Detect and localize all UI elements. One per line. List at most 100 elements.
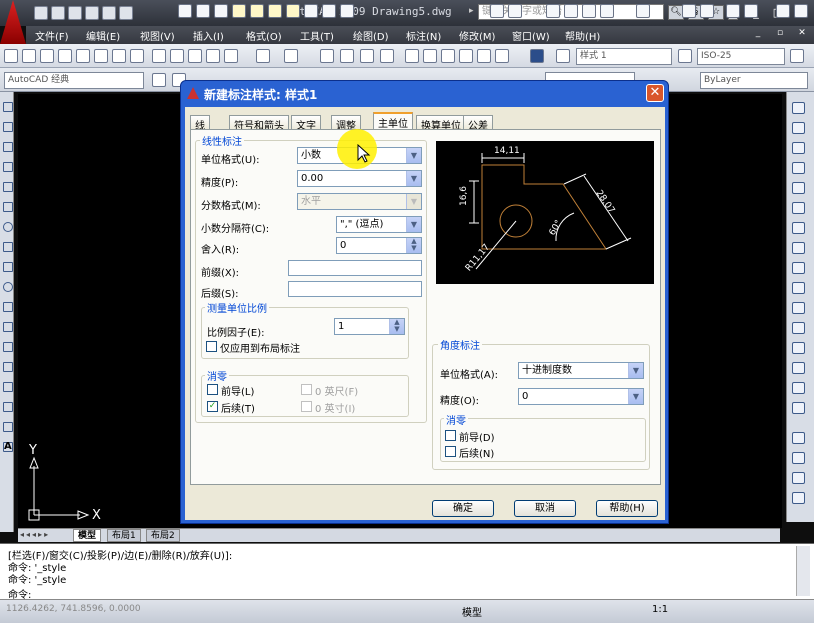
menu-view[interactable]: 视图(V) (140, 28, 175, 43)
erase-icon[interactable] (792, 102, 805, 114)
scale-icon[interactable] (792, 242, 805, 254)
bring-above-icon[interactable] (792, 492, 805, 504)
zoom-previous-icon[interactable] (380, 49, 394, 63)
circle-icon[interactable] (3, 222, 13, 232)
dim-style-icon[interactable] (678, 49, 692, 63)
polar-tracking-icon[interactable] (232, 4, 246, 18)
markup-icon[interactable] (477, 49, 491, 63)
cut-icon[interactable] (152, 49, 166, 63)
rectangle-icon[interactable] (3, 182, 13, 192)
doc-close-icon[interactable]: ✕ (792, 28, 812, 40)
angle-unit-format-select[interactable]: 十进制度数 ▼ (518, 362, 644, 379)
tab-nav-arrows-icon[interactable]: ◂◂◂▸▸ (20, 530, 70, 540)
zero-inches-checkbox[interactable] (301, 401, 312, 412)
tab-model[interactable]: 模型 (73, 529, 102, 542)
leading-zero-checkbox[interactable] (207, 384, 218, 395)
cancel-button[interactable]: 取消 (514, 500, 576, 517)
precision-select[interactable]: 0.00 ▼ (297, 170, 422, 187)
block-editor-icon[interactable] (224, 49, 238, 63)
tab-primary-units[interactable]: 主单位 (373, 112, 413, 130)
zoom-realtime-icon[interactable] (340, 49, 354, 63)
bring-to-front-icon[interactable] (792, 452, 805, 464)
annotation-visibility-icon[interactable] (682, 4, 696, 18)
spinner-arrows-icon[interactable]: ▲ ▼ (406, 238, 421, 253)
print-icon[interactable] (85, 6, 99, 20)
copy-object-icon[interactable] (792, 122, 805, 134)
tab-fit[interactable]: 调整 (331, 115, 361, 132)
zero-feet-checkbox[interactable] (301, 384, 312, 395)
rotate-icon[interactable] (792, 222, 805, 234)
gradient-icon[interactable] (3, 402, 13, 412)
round-off-spinner[interactable]: 0 ▲ ▼ (336, 237, 422, 254)
3d-dwf-icon[interactable] (112, 49, 126, 63)
qnew-icon[interactable] (4, 49, 18, 63)
workspace-combo[interactable]: AutoCAD 经典 (4, 72, 144, 89)
copy-icon[interactable] (170, 49, 184, 63)
suffix-input[interactable] (288, 281, 422, 297)
polyline-icon[interactable] (3, 142, 13, 152)
point-icon[interactable] (3, 362, 13, 372)
text-style-icon[interactable] (556, 49, 570, 63)
line-tool-icon[interactable] (3, 102, 13, 112)
extend-icon[interactable] (792, 302, 805, 314)
break-at-point-icon[interactable] (792, 322, 805, 334)
ducs-icon[interactable] (286, 4, 300, 18)
trim-icon[interactable] (792, 282, 805, 294)
quick-properties-icon[interactable] (340, 4, 354, 18)
array-icon[interactable] (792, 182, 805, 194)
menu-dimension[interactable]: 标注(N) (406, 28, 441, 43)
send-to-back-icon[interactable] (792, 472, 805, 484)
join-icon[interactable] (792, 362, 805, 374)
pan-icon[interactable] (320, 49, 334, 63)
snap-mode-icon[interactable] (178, 4, 192, 18)
object-snap-icon[interactable] (250, 4, 264, 18)
ellipse-icon[interactable] (3, 282, 13, 292)
spinner-arrows-icon[interactable]: ▲ ▼ (389, 319, 404, 334)
grid-display-icon[interactable] (196, 4, 210, 18)
sheet-set-icon[interactable] (459, 49, 473, 63)
tab-layout2[interactable]: 布局2 (146, 529, 180, 542)
tab-layout1[interactable]: 布局1 (107, 529, 141, 542)
stretch-icon[interactable] (792, 262, 805, 274)
trailing-zero-checkbox[interactable]: ✓ (207, 401, 218, 412)
doc-restore-icon[interactable]: ▫ (770, 28, 790, 40)
tab-tolerances[interactable]: 公差 (463, 115, 493, 132)
chamfer-icon[interactable] (792, 382, 805, 394)
doc-minimize-icon[interactable]: _ (748, 28, 768, 40)
linetype-combo[interactable]: ByLayer (700, 72, 808, 89)
match-properties-icon[interactable] (206, 49, 220, 63)
plot-icon[interactable] (58, 49, 72, 63)
tab-alternate-units[interactable]: 换算单位 (416, 115, 466, 132)
fillet-icon[interactable] (792, 402, 805, 414)
workspace-settings-icon[interactable] (152, 73, 166, 87)
lineweight-icon[interactable] (322, 4, 336, 18)
prefix-input[interactable] (288, 260, 422, 276)
menu-format[interactable]: 格式(O) (246, 28, 282, 43)
region-icon[interactable] (3, 422, 13, 432)
menu-window[interactable]: 窗口(W) (512, 28, 550, 43)
offset-icon[interactable] (792, 162, 805, 174)
make-block-icon[interactable] (3, 342, 13, 352)
menu-insert[interactable]: 插入(I) (193, 28, 224, 43)
quick-view-layouts-icon[interactable] (490, 4, 504, 18)
help-icon[interactable] (530, 49, 544, 63)
menu-draw[interactable]: 绘图(D) (353, 28, 389, 43)
menu-help[interactable]: 帮助(H) (565, 28, 600, 43)
design-center-icon[interactable] (423, 49, 437, 63)
fraction-format-select[interactable]: 水平 ▼ (297, 193, 422, 210)
apply-layout-only-checkbox[interactable] (206, 341, 217, 352)
new-file-icon[interactable] (34, 6, 48, 20)
arc-icon[interactable] (3, 202, 13, 212)
break-icon[interactable] (792, 342, 805, 354)
showmotion-icon[interactable] (600, 4, 614, 18)
menu-edit[interactable]: 编辑(E) (86, 28, 120, 43)
dim-style-combo[interactable]: ISO-25 (697, 48, 785, 65)
annotation-scale-value[interactable]: 1:1 (652, 604, 668, 615)
etransmit-icon[interactable] (130, 49, 144, 63)
clean-screen-icon[interactable] (776, 4, 790, 18)
table-style-icon[interactable] (790, 49, 804, 63)
move-icon[interactable] (792, 202, 805, 214)
text-style-combo[interactable]: 样式 1 (576, 48, 672, 65)
save-tb-icon[interactable] (40, 49, 54, 63)
draw-order-icon[interactable] (792, 432, 805, 444)
